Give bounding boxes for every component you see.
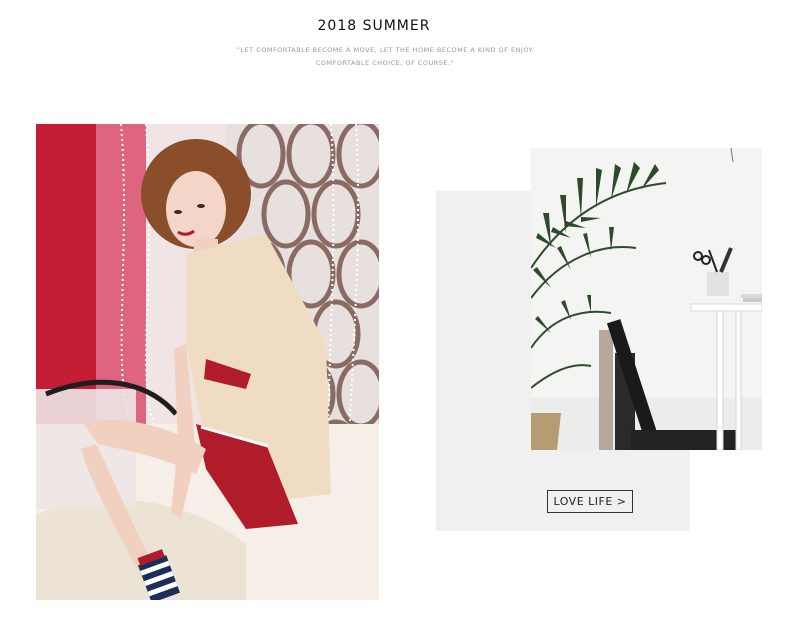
model-photo-illustration bbox=[36, 124, 379, 600]
interior-photo bbox=[531, 148, 762, 450]
interior-photo-illustration bbox=[531, 148, 762, 450]
subtitle-line-2: COMFORTABLE CHOICE, OF COURSE." bbox=[315, 59, 455, 67]
page-subtitle: "LET COMFORTABLE BECOME A MOVE, LET THE … bbox=[0, 44, 770, 70]
love-life-button[interactable]: LOVE LIFE > bbox=[547, 490, 633, 513]
summer-lookbook-page: 2018 SUMMER "LET COMFORTABLE BECOME A MO… bbox=[0, 0, 790, 637]
subtitle-line-1: "LET COMFORTABLE BECOME A MOVE, LET THE … bbox=[236, 46, 534, 54]
page-title: 2018 SUMMER bbox=[317, 18, 431, 34]
model-photo bbox=[36, 124, 379, 600]
